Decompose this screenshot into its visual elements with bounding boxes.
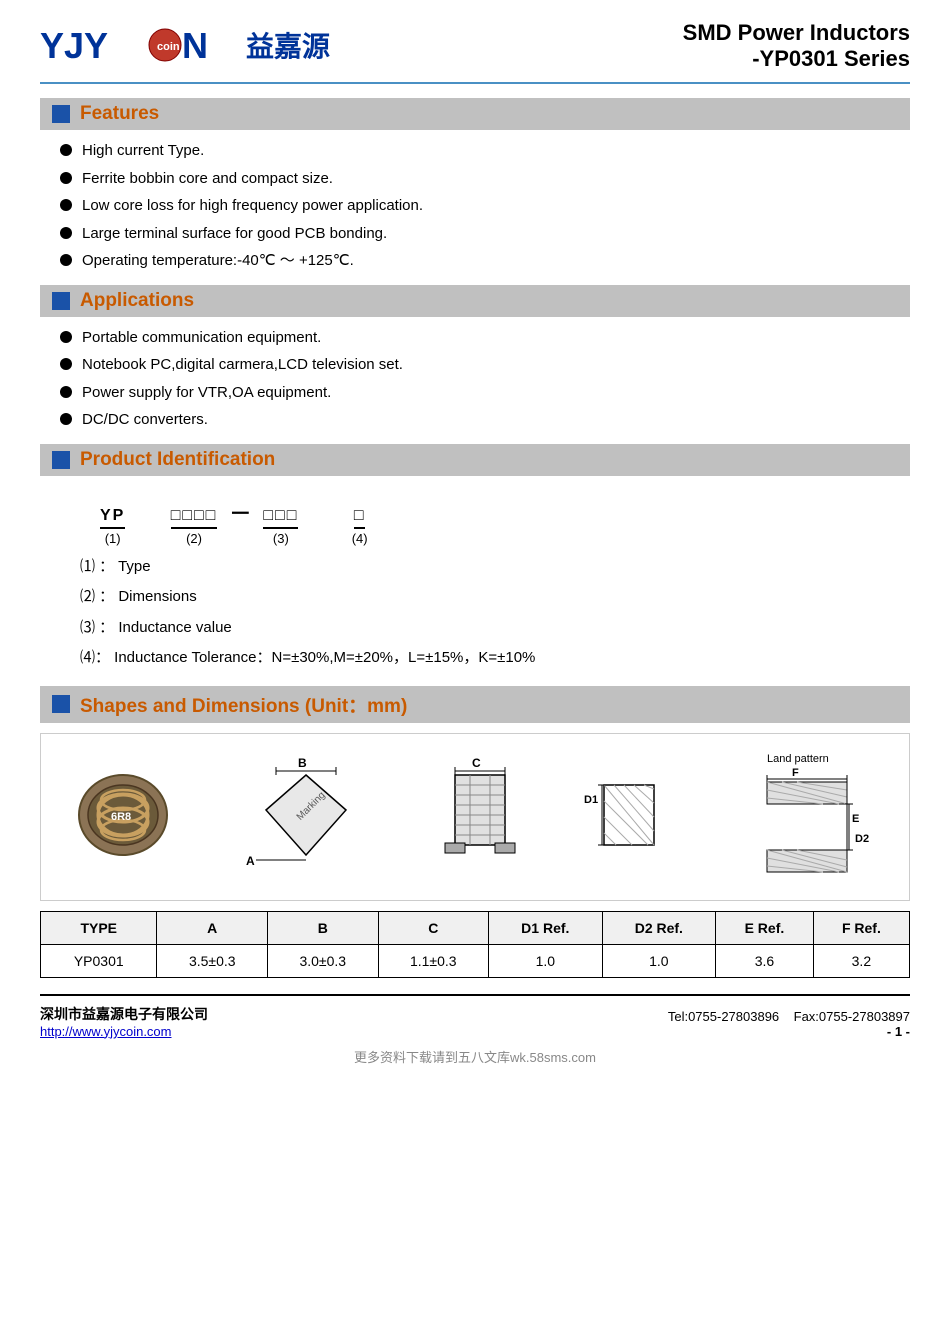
header-title: SMD Power Inductors -YP0301 Series [683,20,910,72]
col-b: B [268,911,379,944]
bullet-dot [60,331,72,343]
page-header: YJY coin N 益嘉源 SMD Power Inductors -YP03… [40,20,910,84]
logo-area: YJY coin N 益嘉源 [40,20,330,70]
cell-c: 1.1±0.3 [378,944,489,977]
svg-text:E: E [852,813,859,825]
bullet-dot [60,386,72,398]
list-item: Portable communication equipment. [60,327,910,350]
pid-code-4: □ [354,507,366,529]
features-list: High current Type. Ferrite bobbin core a… [40,140,910,273]
product-main-title: SMD Power Inductors [683,20,910,46]
col-c: C [378,911,489,944]
inductor-photo: 6R8 [73,770,173,864]
pid-desc-item-3: ⑶ ： Inductance value [80,617,910,640]
list-item: DC/DC converters. [60,409,910,432]
top-view-diagram: B Marking A [236,755,376,879]
features-title: Features [80,103,159,125]
pid-desc-item-2: ⑵ ： Dimensions [80,586,910,609]
bullet-dot [60,199,72,211]
col-d2: D2 Ref. [602,911,716,944]
watermark: 更多资料下载请到五八文库wk.58sms.com [40,1047,910,1066]
shapes-title: Shapes and Dimensions (Unit：mm) [80,691,407,718]
bullet-dot [60,227,72,239]
footer-left: 深圳市益嘉源电子有限公司 http://www.yjycoin.com [40,1004,208,1039]
list-item: Notebook PC,digital carmera,LCD televisi… [60,354,910,377]
svg-text:YJY: YJY [40,25,108,66]
company-name: 深圳市益嘉源电子有限公司 [40,1004,208,1024]
bullet-dot [60,413,72,425]
svg-text:6R8: 6R8 [111,811,131,823]
page-footer: 深圳市益嘉源电子有限公司 http://www.yjycoin.com Tel:… [40,994,910,1039]
side-view-diagram: C [440,755,520,879]
cell-d1: 1.0 [489,944,603,977]
svg-text:Land pattern: Land pattern [767,753,829,765]
pid-part-2: □□□□ (2) [171,507,218,546]
shapes-diagrams: 6R8 B Marking A [40,733,910,901]
logo-chinese-text: 益嘉源 [246,25,330,65]
bullet-dot [60,144,72,156]
logo-svg: YJY coin N [40,20,240,70]
pid-code-2: □□□□ [171,507,218,529]
table-header-row: TYPE A B C D1 Ref. D2 Ref. E Ref. F Ref. [41,911,910,944]
pid-desc-item-4: ⑷： Inductance Tolerance：N=±30%,M=±20%，L=… [80,647,910,670]
col-e: E Ref. [716,911,814,944]
pid-part-4: □ (4) [352,507,368,546]
product-id-icon [52,451,70,469]
shapes-icon [52,695,70,713]
col-f: F Ref. [813,911,909,944]
list-item: Operating temperature:-40℃ ～ +125℃. [60,250,910,273]
page-number: - 1 - [887,1024,910,1039]
features-header: Features [40,98,910,130]
company-website[interactable]: http://www.yjycoin.com [40,1024,172,1039]
pid-part-1: YP (1) [100,507,125,546]
list-item: Low core loss for high frequency power a… [60,195,910,218]
footer-right: Tel:0755-27803896 Fax:0755-27803897 - 1 … [668,1009,910,1039]
svg-text:D2: D2 [855,833,869,845]
cell-f: 3.2 [813,944,909,977]
product-id-header: Product Identification [40,444,910,476]
list-item: High current Type. [60,140,910,163]
product-id-title: Product Identification [80,449,275,471]
cell-type: YP0301 [41,944,157,977]
shapes-header: Shapes and Dimensions (Unit：mm) [40,686,910,723]
footer-tel: Tel:0755-27803896 [668,1009,779,1024]
svg-text:D1: D1 [584,794,598,806]
product-id-diagram: YP (1) □□□□ (2) － □□□ (3) □ (4) [100,496,850,546]
dimensions-table: TYPE A B C D1 Ref. D2 Ref. E Ref. F Ref.… [40,911,910,978]
bullet-dot [60,254,72,266]
svg-text:B: B [298,756,307,770]
svg-text:N: N [182,25,208,66]
cell-b: 3.0±0.3 [268,944,379,977]
features-icon [52,105,70,123]
svg-text:coin: coin [157,41,180,53]
col-d1: D1 Ref. [489,911,603,944]
col-a: A [157,911,268,944]
pid-desc-list: ⑴ ： Type ⑵ ： Dimensions ⑶ ： Inductance v… [40,556,910,670]
svg-text:F: F [792,767,799,779]
product-sub-title: -YP0301 Series [683,46,910,72]
pid-code-1: YP [100,507,125,529]
list-item: Large terminal surface for good PCB bond… [60,223,910,246]
svg-text:C: C [472,756,481,770]
front-view-diagram: D1 [584,755,674,879]
cell-a: 3.5±0.3 [157,944,268,977]
list-item: Power supply for VTR,OA equipment. [60,382,910,405]
applications-header: Applications [40,285,910,317]
col-type: TYPE [41,911,157,944]
pid-part-3: □□□ (3) [263,507,298,546]
applications-list: Portable communication equipment. Notebo… [40,327,910,432]
cell-e: 3.6 [716,944,814,977]
land-pattern-diagram: Land pattern F E [737,750,877,884]
cell-d2: 1.0 [602,944,716,977]
bullet-dot [60,358,72,370]
list-item: Ferrite bobbin core and compact size. [60,168,910,191]
applications-icon [52,292,70,310]
table-row: YP0301 3.5±0.3 3.0±0.3 1.1±0.3 1.0 1.0 3… [41,944,910,977]
footer-fax: Fax:0755-27803897 [794,1009,910,1024]
bullet-dot [60,172,72,184]
pid-desc-item-1: ⑴ ： Type [80,556,910,579]
pid-code-3: □□□ [263,507,298,529]
applications-title: Applications [80,290,194,312]
svg-text:A: A [246,854,255,868]
